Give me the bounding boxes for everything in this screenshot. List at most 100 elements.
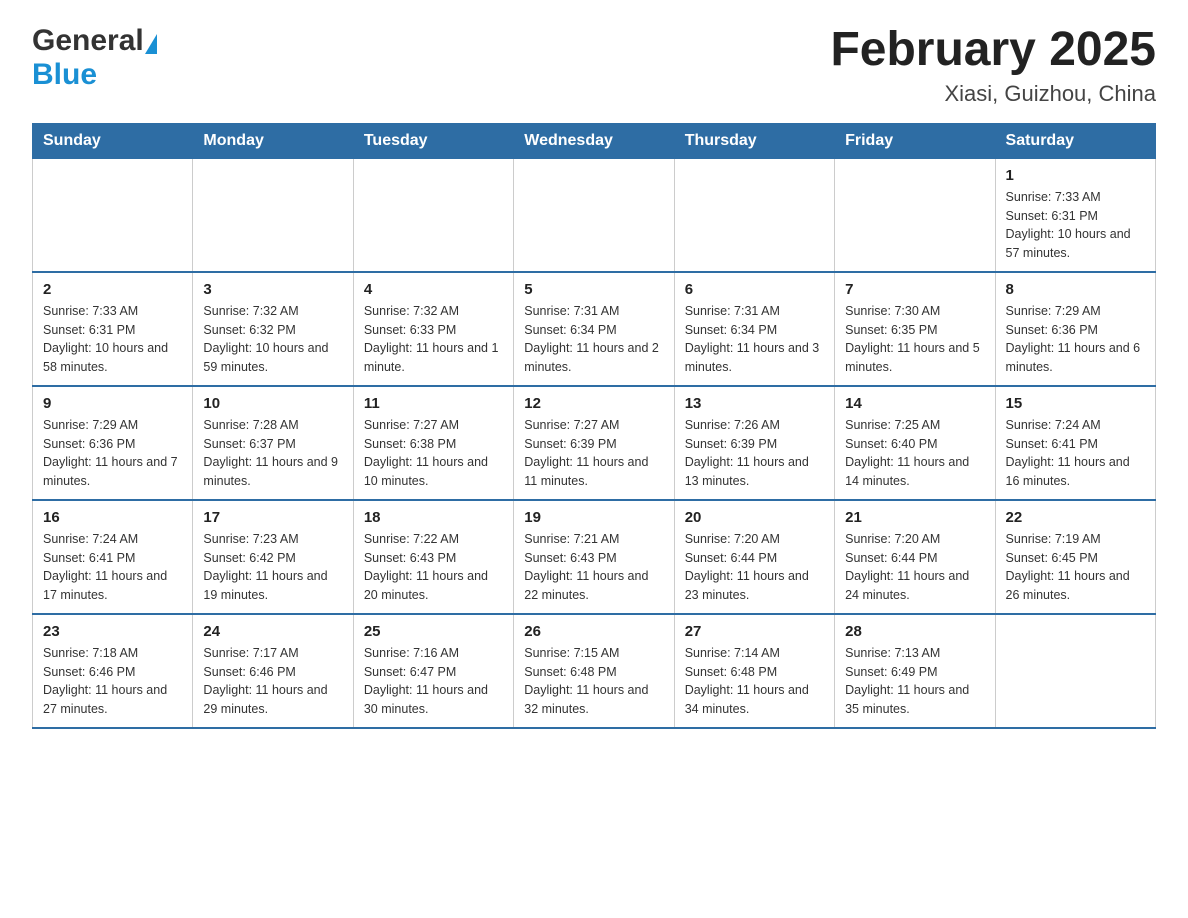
cell-day-number: 20 — [685, 509, 824, 526]
cell-day-number: 12 — [524, 395, 663, 412]
cell-sun-info: Sunrise: 7:20 AMSunset: 6:44 PMDaylight:… — [845, 530, 984, 605]
calendar-week-row: 2Sunrise: 7:33 AMSunset: 6:31 PMDaylight… — [33, 272, 1156, 386]
cell-sun-info: Sunrise: 7:32 AMSunset: 6:32 PMDaylight:… — [203, 302, 342, 377]
calendar-week-row: 9 Sunrise: 7:29 AMSunset: 6:36 PMDaylight… — [33, 386, 1156, 500]
cell-day-number: 7 — [845, 281, 984, 298]
calendar-header-row: SundayMondayTuesdayWednesdayThursdayFrid… — [33, 123, 1156, 158]
calendar-cell: 26Sunrise: 7:15 AMSunset: 6:48 PMDayligh… — [514, 614, 674, 728]
cell-sun-info: Sunrise: 7:24 AMSunset: 6:41 PMDaylight:… — [1006, 416, 1145, 491]
calendar-cell: 16Sunrise: 7:24 AMSunset: 6:41 PMDayligh… — [33, 500, 193, 614]
cell-day-number: 10 — [203, 395, 342, 412]
cell-day-number: 9 — [43, 395, 182, 412]
calendar-cell: 10 Sunrise: 7:28 AMSunset: 6:37 PMDayligh… — [193, 386, 353, 500]
calendar-cell: 3Sunrise: 7:32 AMSunset: 6:32 PMDaylight… — [193, 272, 353, 386]
logo: General Blue — [32, 24, 157, 92]
cell-sun-info: Sunrise: 7:20 AMSunset: 6:44 PMDaylight:… — [685, 530, 824, 605]
calendar-cell — [835, 158, 995, 272]
column-header-sunday: Sunday — [33, 123, 193, 158]
cell-day-number: 23 — [43, 623, 182, 640]
calendar-cell: 24 Sunrise: 7:17 AMSunset: 6:46 PMDayligh… — [193, 614, 353, 728]
cell-day-number: 14 — [845, 395, 984, 412]
cell-day-number: 5 — [524, 281, 663, 298]
column-header-tuesday: Tuesday — [353, 123, 513, 158]
cell-sun-info: Sunrise: 7:13 AMSunset: 6:49 PMDaylight:… — [845, 644, 984, 719]
cell-day-number: 28 — [845, 623, 984, 640]
calendar-cell: 6 Sunrise: 7:31 AMSunset: 6:34 PMDaylight… — [674, 272, 834, 386]
cell-sun-info: Sunrise: 7:31 AMSunset: 6:34 PMDaylight:… — [685, 302, 824, 377]
title-block: February 2025 Xiasi, Guizhou, China — [830, 24, 1156, 107]
cell-day-number: 25 — [364, 623, 503, 640]
cell-sun-info: Sunrise: 7:21 AMSunset: 6:43 PMDaylight:… — [524, 530, 663, 605]
calendar-cell — [514, 158, 674, 272]
column-header-thursday: Thursday — [674, 123, 834, 158]
cell-sun-info: Sunrise: 7:16 AMSunset: 6:47 PMDaylight:… — [364, 644, 503, 719]
calendar-cell — [33, 158, 193, 272]
calendar-cell: 28 Sunrise: 7:13 AMSunset: 6:49 PMDayligh… — [835, 614, 995, 728]
cell-day-number: 17 — [203, 509, 342, 526]
cell-day-number: 13 — [685, 395, 824, 412]
column-header-saturday: Saturday — [995, 123, 1155, 158]
calendar-cell — [995, 614, 1155, 728]
cell-day-number: 8 — [1006, 281, 1145, 298]
calendar-week-row: 1 Sunrise: 7:33 AMSunset: 6:31 PMDaylight… — [33, 158, 1156, 272]
cell-sun-info: Sunrise: 7:17 AMSunset: 6:46 PMDaylight:… — [203, 644, 342, 719]
cell-day-number: 1 — [1006, 167, 1145, 184]
calendar-cell: 25 Sunrise: 7:16 AMSunset: 6:47 PMDayligh… — [353, 614, 513, 728]
cell-day-number: 22 — [1006, 509, 1145, 526]
calendar-cell — [353, 158, 513, 272]
cell-day-number: 19 — [524, 509, 663, 526]
calendar-cell: 22 Sunrise: 7:19 AMSunset: 6:45 PMDayligh… — [995, 500, 1155, 614]
cell-sun-info: Sunrise: 7:33 AMSunset: 6:31 PMDaylight:… — [1006, 188, 1145, 263]
cell-sun-info: Sunrise: 7:29 AMSunset: 6:36 PMDaylight:… — [1006, 302, 1145, 377]
calendar-cell: 13 Sunrise: 7:26 AMSunset: 6:39 PMDayligh… — [674, 386, 834, 500]
location-subtitle: Xiasi, Guizhou, China — [830, 81, 1156, 107]
cell-sun-info: Sunrise: 7:28 AMSunset: 6:37 PMDaylight:… — [203, 416, 342, 491]
cell-sun-info: Sunrise: 7:29 AMSunset: 6:36 PMDaylight:… — [43, 416, 182, 491]
cell-sun-info: Sunrise: 7:26 AMSunset: 6:39 PMDaylight:… — [685, 416, 824, 491]
calendar-cell — [193, 158, 353, 272]
cell-sun-info: Sunrise: 7:22 AMSunset: 6:43 PMDaylight:… — [364, 530, 503, 605]
calendar-cell: 4Sunrise: 7:32 AMSunset: 6:33 PMDaylight… — [353, 272, 513, 386]
cell-day-number: 16 — [43, 509, 182, 526]
cell-sun-info: Sunrise: 7:18 AMSunset: 6:46 PMDaylight:… — [43, 644, 182, 719]
calendar-cell: 8 Sunrise: 7:29 AMSunset: 6:36 PMDaylight… — [995, 272, 1155, 386]
column-header-friday: Friday — [835, 123, 995, 158]
calendar-cell: 18 Sunrise: 7:22 AMSunset: 6:43 PMDayligh… — [353, 500, 513, 614]
cell-day-number: 18 — [364, 509, 503, 526]
calendar-cell: 17 Sunrise: 7:23 AMSunset: 6:42 PMDayligh… — [193, 500, 353, 614]
cell-sun-info: Sunrise: 7:27 AMSunset: 6:38 PMDaylight:… — [364, 416, 503, 491]
calendar-cell: 2Sunrise: 7:33 AMSunset: 6:31 PMDaylight… — [33, 272, 193, 386]
calendar-cell: 5 Sunrise: 7:31 AMSunset: 6:34 PMDaylight… — [514, 272, 674, 386]
cell-sun-info: Sunrise: 7:27 AMSunset: 6:39 PMDaylight:… — [524, 416, 663, 491]
cell-sun-info: Sunrise: 7:30 AMSunset: 6:35 PMDaylight:… — [845, 302, 984, 377]
calendar-cell: 15 Sunrise: 7:24 AMSunset: 6:41 PMDayligh… — [995, 386, 1155, 500]
calendar-week-row: 16Sunrise: 7:24 AMSunset: 6:41 PMDayligh… — [33, 500, 1156, 614]
calendar-cell: 14 Sunrise: 7:25 AMSunset: 6:40 PMDayligh… — [835, 386, 995, 500]
column-header-monday: Monday — [193, 123, 353, 158]
cell-day-number: 11 — [364, 395, 503, 412]
cell-sun-info: Sunrise: 7:25 AMSunset: 6:40 PMDaylight:… — [845, 416, 984, 491]
column-header-wednesday: Wednesday — [514, 123, 674, 158]
page-header: General Blue February 2025 Xiasi, Guizho… — [32, 24, 1156, 107]
calendar-cell: 12 Sunrise: 7:27 AMSunset: 6:39 PMDayligh… — [514, 386, 674, 500]
cell-sun-info: Sunrise: 7:14 AMSunset: 6:48 PMDaylight:… — [685, 644, 824, 719]
calendar-cell: 11 Sunrise: 7:27 AMSunset: 6:38 PMDayligh… — [353, 386, 513, 500]
calendar-cell: 23 Sunrise: 7:18 AMSunset: 6:46 PMDayligh… — [33, 614, 193, 728]
cell-sun-info: Sunrise: 7:32 AMSunset: 6:33 PMDaylight:… — [364, 302, 503, 377]
cell-sun-info: Sunrise: 7:31 AMSunset: 6:34 PMDaylight:… — [524, 302, 663, 377]
calendar-week-row: 23 Sunrise: 7:18 AMSunset: 6:46 PMDayligh… — [33, 614, 1156, 728]
calendar-cell: 1 Sunrise: 7:33 AMSunset: 6:31 PMDaylight… — [995, 158, 1155, 272]
cell-day-number: 24 — [203, 623, 342, 640]
cell-sun-info: Sunrise: 7:33 AMSunset: 6:31 PMDaylight:… — [43, 302, 182, 377]
calendar-table: SundayMondayTuesdayWednesdayThursdayFrid… — [32, 123, 1156, 729]
cell-day-number: 21 — [845, 509, 984, 526]
cell-day-number: 15 — [1006, 395, 1145, 412]
logo-triangle-icon — [145, 34, 157, 54]
calendar-cell: 27Sunrise: 7:14 AMSunset: 6:48 PMDayligh… — [674, 614, 834, 728]
cell-sun-info: Sunrise: 7:23 AMSunset: 6:42 PMDaylight:… — [203, 530, 342, 605]
calendar-cell: 7 Sunrise: 7:30 AMSunset: 6:35 PMDaylight… — [835, 272, 995, 386]
cell-sun-info: Sunrise: 7:19 AMSunset: 6:45 PMDaylight:… — [1006, 530, 1145, 605]
calendar-cell: 19 Sunrise: 7:21 AMSunset: 6:43 PMDayligh… — [514, 500, 674, 614]
cell-day-number: 6 — [685, 281, 824, 298]
month-year-title: February 2025 — [830, 24, 1156, 77]
